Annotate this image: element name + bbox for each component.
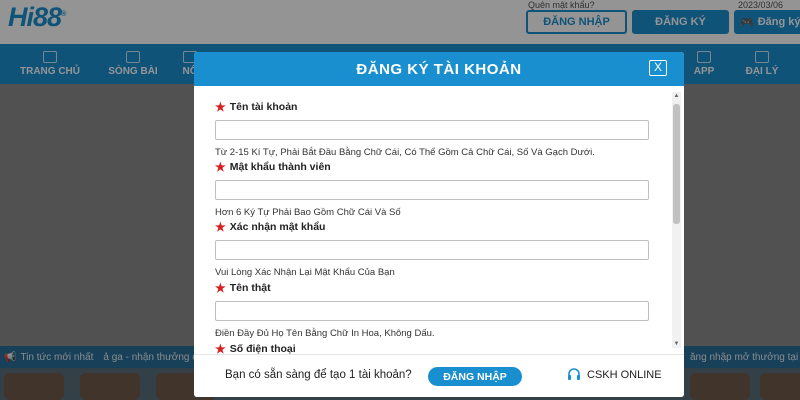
modal-header: ĐĂNG KÝ TÀI KHOẢN X [194,52,684,86]
username-label: Tên tài khoản [229,101,298,113]
real-name-input[interactable] [215,301,649,321]
support-online-link[interactable]: CSKH ONLINE [567,368,662,382]
support-label: CSKH ONLINE [587,369,662,381]
register-modal: ĐĂNG KÝ TÀI KHOẢN X ★ Tên tài khoản Từ 2-… [194,52,684,397]
required-star-icon: ★ [215,342,226,354]
modal-title: ĐĂNG KÝ TÀI KHOẢN [356,60,522,78]
required-star-icon: ★ [215,100,226,114]
username-field-group: ★ Tên tài khoản Từ 2-15 Kí Tự, Phải Bắt Đ… [215,100,649,158]
password-field-group: ★ Mật khẩu thành viên Hơn 6 Ký Tự Phải Ba… [215,160,649,218]
footer-question: Bạn có sẵn sàng để tạo 1 tài khoản? [225,369,412,381]
required-star-icon: ★ [215,160,226,174]
headset-icon [568,368,580,380]
real-name-field-group: ★ Tên thật Điền Đầy Đủ Họ Tên Bằng Chữ In… [215,281,649,339]
scroll-up-icon[interactable]: ▲ [672,92,681,100]
scroll-down-icon[interactable]: ▼ [672,340,681,348]
password-input[interactable] [215,180,649,200]
username-hint: Từ 2-15 Kí Tự, Phải Bắt Đầu Bằng Chữ Cái… [215,147,595,158]
close-icon[interactable]: X [649,60,667,76]
footer-login-button[interactable]: ĐĂNG NHẬP [428,367,522,386]
page: Hi88® Quên mật khẩu? 2023/03/06 ĐĂNG NHẬ… [0,0,800,400]
phone-field-group: ★ Số điện thoại [215,342,649,354]
confirm-password-input[interactable] [215,240,649,260]
modal-footer: Bạn có sẵn sàng để tạo 1 tài khoản? ĐĂNG… [194,354,684,397]
real-name-hint: Điền Đầy Đủ Họ Tên Bằng Chữ In Hoa, Khôn… [215,328,435,339]
password-hint: Hơn 6 Ký Tự Phải Bao Gồm Chữ Cái Và Số [215,207,401,218]
username-input[interactable] [215,120,649,140]
phone-label: Số điện thoại [229,343,296,354]
confirm-password-label: Xác nhận mật khẩu [229,221,326,233]
scroll-thumb[interactable] [673,104,680,224]
real-name-label: Tên thật [229,282,271,294]
form-scrollbar[interactable]: ▲ ▼ [672,92,681,348]
password-label: Mật khẩu thành viên [229,161,331,173]
required-star-icon: ★ [215,281,226,295]
required-star-icon: ★ [215,220,226,234]
confirm-password-field-group: ★ Xác nhận mật khẩu Vui Lòng Xác Nhận Lại… [215,220,649,278]
confirm-password-hint: Vui Lòng Xác Nhận Lại Mật Khẩu Của Bạn [215,267,395,278]
register-form: ★ Tên tài khoản Từ 2-15 Kí Tự, Phải Bắt Đ… [194,86,684,354]
